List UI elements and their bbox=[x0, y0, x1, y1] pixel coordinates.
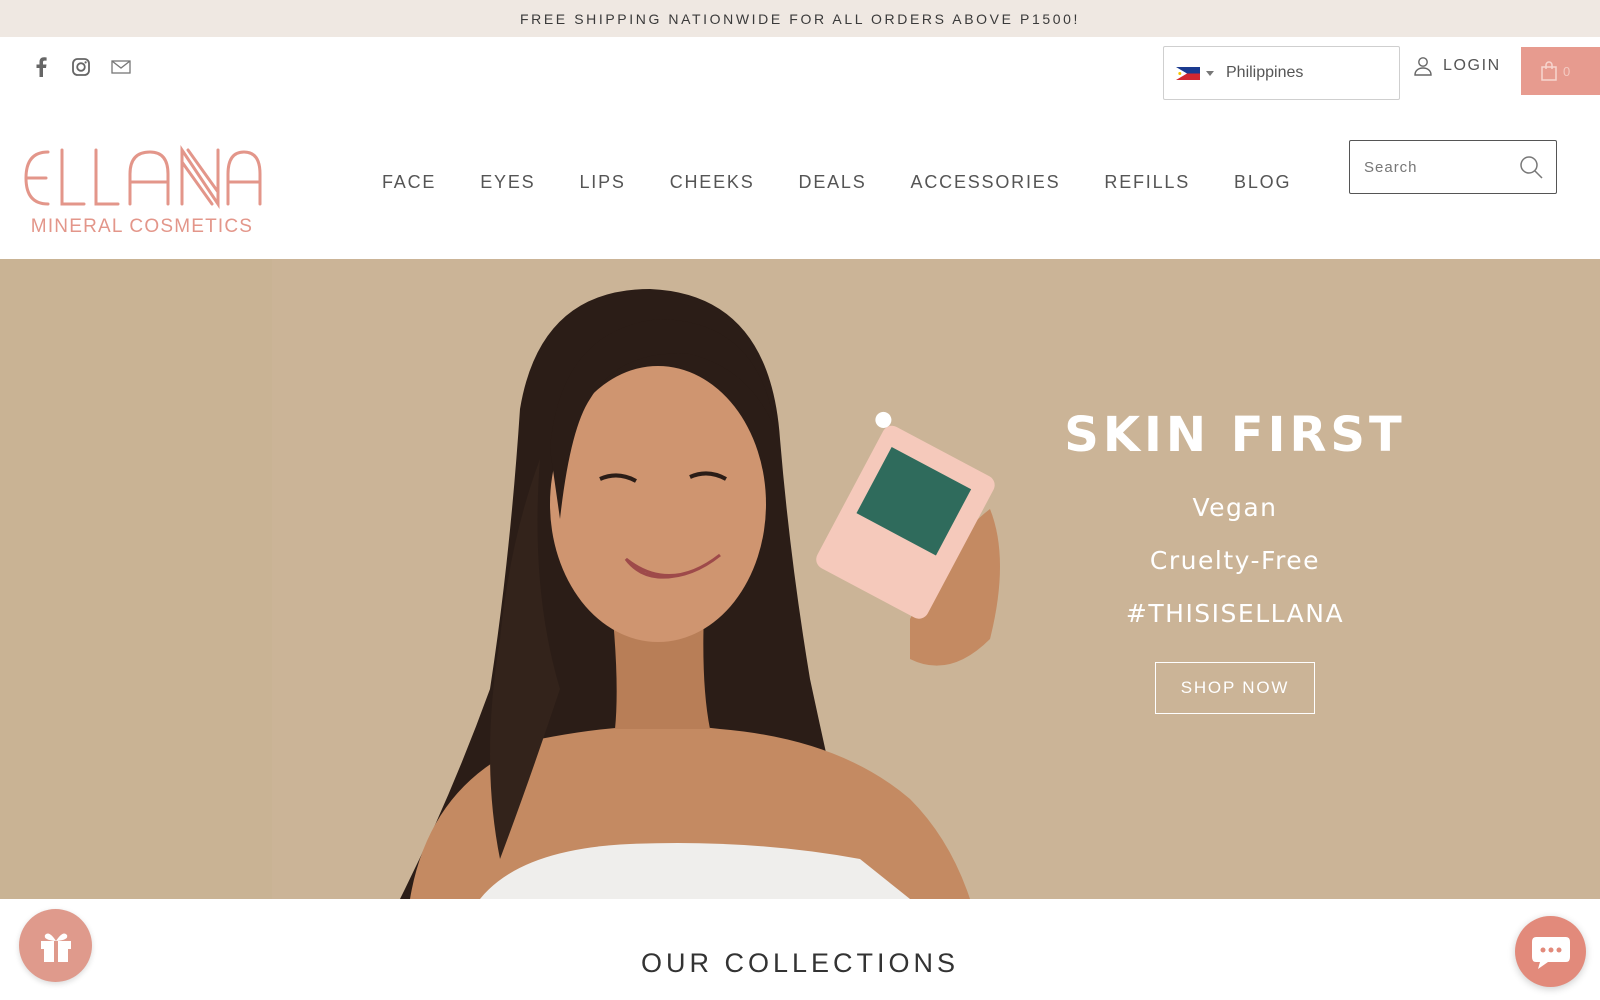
nav-item-lips[interactable]: LIPS bbox=[579, 172, 625, 193]
shopping-bag-icon bbox=[1541, 61, 1557, 81]
instagram-icon[interactable] bbox=[70, 56, 92, 78]
shop-now-button[interactable]: SHOP NOW bbox=[1154, 662, 1316, 714]
country-selector[interactable]: Philippines bbox=[1163, 46, 1400, 100]
collections-section: OUR COLLECTIONS bbox=[0, 948, 1600, 979]
user-icon bbox=[1414, 57, 1432, 76]
ph-flag-icon bbox=[1176, 66, 1200, 80]
cart-count: 0 bbox=[1563, 63, 1571, 79]
brand-tagline: MINERAL COSMETICS bbox=[31, 216, 253, 237]
rewards-button[interactable] bbox=[19, 909, 92, 982]
country-name: Philippines bbox=[1226, 64, 1304, 81]
hero-copy: SKIN FIRST Vegan Cruelty-Free #THISISELL… bbox=[1035, 407, 1435, 714]
search-box bbox=[1349, 140, 1557, 194]
nav-item-eyes[interactable]: EYES bbox=[480, 172, 535, 193]
login-label: LOGIN bbox=[1443, 57, 1501, 74]
announcement-bar: FREE SHIPPING NATIONWIDE FOR ALL ORDERS … bbox=[0, 0, 1600, 37]
hero-bg-panel bbox=[0, 259, 272, 899]
social-links bbox=[30, 56, 132, 78]
hero-model-photo bbox=[400, 289, 1000, 899]
main-nav: FACE EYES LIPS CHEEKS DEALS ACCESSORIES … bbox=[382, 172, 1291, 193]
login-link[interactable]: LOGIN bbox=[1413, 56, 1501, 76]
brand-logo[interactable]: MINERAL COSMETICS bbox=[22, 140, 262, 240]
chat-button[interactable] bbox=[1515, 916, 1586, 987]
nav-item-deals[interactable]: DEALS bbox=[799, 172, 867, 193]
nav-item-accessories[interactable]: ACCESSORIES bbox=[911, 172, 1061, 193]
facebook-icon[interactable] bbox=[30, 56, 52, 78]
nav-item-refills[interactable]: REFILLS bbox=[1104, 172, 1190, 193]
gift-icon bbox=[40, 932, 71, 962]
hero-line-hashtag: #THISISELLANA bbox=[1125, 599, 1345, 628]
nav-item-cheeks[interactable]: CHEEKS bbox=[670, 172, 755, 193]
cart-button[interactable]: 0 bbox=[1521, 47, 1600, 95]
search-input[interactable] bbox=[1364, 158, 1514, 176]
search-icon[interactable] bbox=[1518, 154, 1544, 180]
hero-line-cruelty-free: Cruelty-Free bbox=[1149, 546, 1321, 575]
collections-heading: OUR COLLECTIONS bbox=[640, 948, 960, 978]
nav-item-face[interactable]: FACE bbox=[382, 172, 436, 193]
chevron-down-icon bbox=[1206, 70, 1214, 76]
hero-line-vegan: Vegan bbox=[1192, 493, 1278, 522]
chat-bubble-icon bbox=[1531, 936, 1570, 969]
announcement-text: FREE SHIPPING NATIONWIDE FOR ALL ORDERS … bbox=[520, 10, 1080, 27]
hero-banner: SKIN FIRST Vegan Cruelty-Free #THISISELL… bbox=[0, 259, 1600, 899]
hero-headline: SKIN FIRST bbox=[1064, 407, 1406, 463]
email-icon[interactable] bbox=[110, 56, 132, 78]
nav-item-blog[interactable]: BLOG bbox=[1234, 172, 1291, 193]
